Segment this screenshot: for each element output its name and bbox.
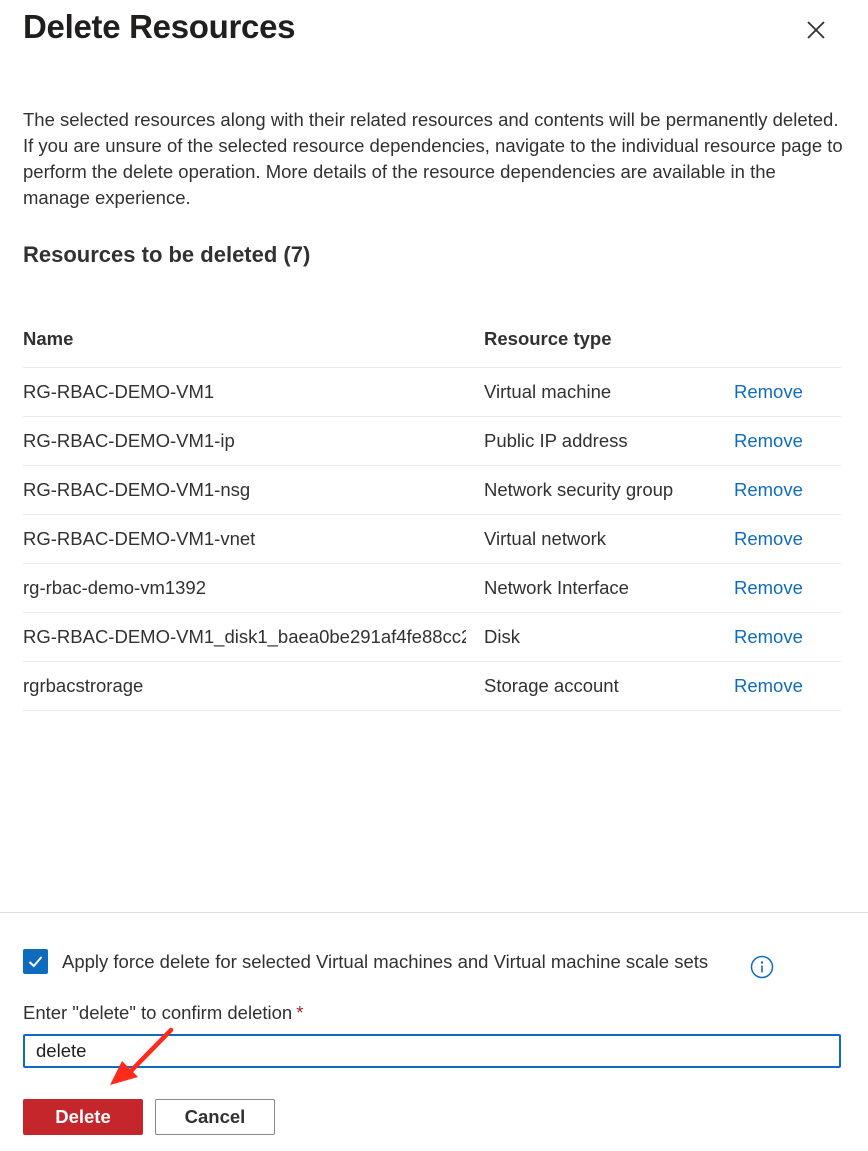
resource-type: Virtual machine [484, 381, 612, 402]
table-row: rg-rbac-demo-vm1392 Network Interface Re… [23, 564, 841, 613]
confirm-deletion-label-text: Enter "delete" to confirm deletion [23, 1002, 293, 1023]
resource-name: RG-RBAC-DEMO-VM1 [23, 381, 215, 402]
confirm-deletion-label: Enter "delete" to confirm deletion * [23, 1002, 303, 1024]
resources-heading: Resources to be deleted (7) [23, 242, 311, 267]
resource-name: rg-rbac-demo-vm1392 [23, 577, 207, 598]
panel-description: The selected resources along with their … [23, 109, 843, 208]
resource-type: Network security group [484, 479, 674, 500]
table-row: RG-RBAC-DEMO-VM1 Virtual machine Remove [23, 368, 841, 417]
remove-link[interactable]: Remove [734, 675, 841, 697]
remove-link[interactable]: Remove [734, 577, 841, 599]
remove-link[interactable]: Remove [734, 626, 841, 648]
remove-link[interactable]: Remove [734, 528, 841, 550]
panel-title: Delete Resources [23, 8, 296, 45]
table-row: rgrbacstrorage Storage account Remove [23, 662, 841, 711]
resource-type: Public IP address [484, 430, 628, 451]
checkmark-icon [28, 956, 43, 968]
required-marker: * [296, 1002, 304, 1023]
resource-name: RG-RBAC-DEMO-VM1-vnet [23, 528, 256, 549]
resource-type: Storage account [484, 675, 619, 696]
info-icon[interactable] [750, 955, 774, 979]
resource-type: Network Interface [484, 577, 629, 598]
resources-table: Name Resource type RG-RBAC-DEMO-VM1 Virt… [23, 310, 841, 711]
force-delete-checkbox[interactable] [23, 949, 48, 974]
remove-link[interactable]: Remove [734, 381, 841, 403]
force-delete-label[interactable]: Apply force delete for selected Virtual … [62, 951, 708, 973]
resource-name: RG-RBAC-DEMO-VM1_disk1_baea0be291af4fe88… [23, 626, 466, 647]
table-row: RG-RBAC-DEMO-VM1-ip Public IP address Re… [23, 417, 841, 466]
annotation-arrow-icon [110, 1027, 174, 1085]
column-header-name: Name [23, 327, 74, 349]
table-row: RG-RBAC-DEMO-VM1-nsg Network security gr… [23, 466, 841, 515]
column-header-type: Resource type [484, 327, 612, 349]
resource-name: RG-RBAC-DEMO-VM1-nsg [23, 479, 251, 500]
remove-link[interactable]: Remove [734, 479, 841, 501]
table-row: RG-RBAC-DEMO-VM1-vnet Virtual network Re… [23, 515, 841, 564]
table-row: RG-RBAC-DEMO-VM1_disk1_baea0be291af4fe88… [23, 613, 841, 662]
remove-link[interactable]: Remove [734, 430, 841, 452]
resource-type: Virtual network [484, 528, 607, 549]
resource-name: rgrbacstrorage [23, 675, 144, 696]
resource-name: RG-RBAC-DEMO-VM1-ip [23, 430, 235, 451]
table-header: Name Resource type [23, 310, 841, 368]
close-button[interactable] [800, 14, 832, 46]
close-icon [807, 21, 825, 39]
cancel-button[interactable]: Cancel [155, 1099, 275, 1135]
delete-button[interactable]: Delete [23, 1099, 143, 1135]
resource-type: Disk [484, 626, 520, 647]
